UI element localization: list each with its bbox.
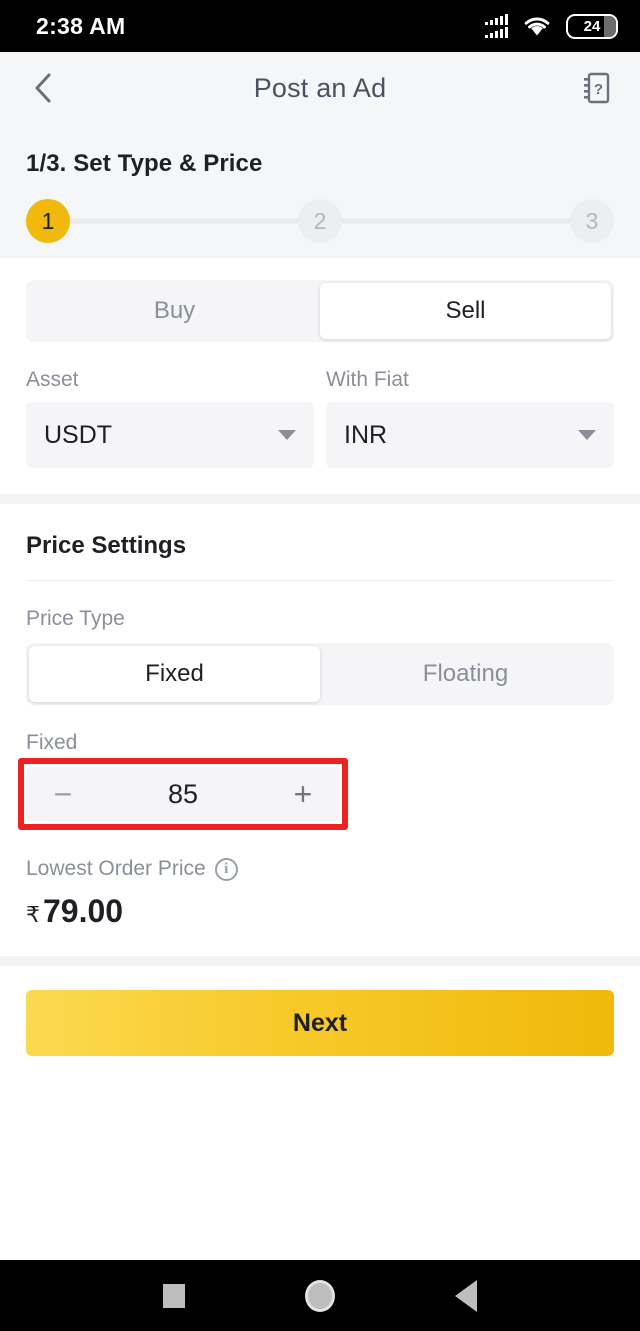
step-3[interactable]: 3 (570, 199, 614, 243)
asset-value: USDT (44, 420, 113, 449)
buy-sell-toggle: Buy Sell (26, 280, 614, 342)
lowest-order-price-label: Lowest Order Price (26, 857, 206, 880)
fixed-price-stepper[interactable]: − 85 + (26, 767, 340, 821)
fixed-price-label: Fixed (26, 731, 78, 754)
lowest-order-price-value-row: ₹ 79.00 (26, 893, 614, 930)
app-header: Post an Ad ? (0, 52, 640, 124)
info-icon[interactable]: i (214, 857, 238, 881)
footer-area: Next (0, 966, 640, 1260)
lowest-order-price-row: Lowest Order Price i (26, 857, 614, 881)
chevron-down-icon (578, 430, 596, 440)
battery-level-text: 24 (583, 17, 601, 35)
asset-label: Asset (26, 368, 79, 391)
android-nav-bar (0, 1260, 640, 1331)
price-settings-card: Price Settings Price Type Fixed Floating… (0, 504, 640, 956)
svg-text:?: ? (594, 81, 603, 98)
fiat-value: INR (344, 420, 388, 449)
help-manual-icon[interactable]: ? (580, 71, 614, 105)
trade-type-card: Buy Sell Asset USDT With Fiat INR (0, 258, 640, 494)
fiat-field: With Fiat INR (326, 368, 614, 468)
fiat-select[interactable]: INR (326, 402, 614, 468)
status-icons: 24 (485, 13, 618, 39)
next-button[interactable]: Next (26, 990, 614, 1056)
wifi-icon (524, 17, 550, 36)
fixed-price-input[interactable]: 85 (80, 779, 286, 810)
title-rule (26, 580, 614, 581)
increment-button[interactable]: + (286, 778, 320, 810)
price-type-label: Price Type (26, 607, 125, 630)
lowest-order-price-value: 79.00 (43, 893, 124, 929)
stage-title: 1/3. Set Type & Price (26, 150, 263, 177)
decrement-button[interactable]: − (46, 778, 80, 810)
step-1[interactable]: 1 (26, 199, 70, 243)
currency-symbol: ₹ (26, 902, 40, 927)
tab-floating[interactable]: Floating (320, 646, 611, 702)
phone-screen: 2:38 AM 24 Post an Ad ? 1/3. Set Type & … (0, 0, 640, 1331)
tab-sell[interactable]: Sell (320, 283, 611, 339)
section-divider (0, 494, 640, 504)
square-recents-icon[interactable] (163, 1283, 185, 1308)
asset-field: Asset USDT (26, 368, 314, 468)
fixed-price-stepper-wrap: − 85 + (18, 758, 614, 830)
tab-fixed[interactable]: Fixed (29, 646, 320, 702)
status-bar: 2:38 AM 24 (0, 0, 640, 52)
price-settings-title: Price Settings (26, 532, 187, 559)
step-2[interactable]: 2 (298, 199, 342, 243)
asset-select[interactable]: USDT (26, 402, 314, 468)
section-divider-2 (0, 956, 640, 966)
page-title: Post an Ad (253, 72, 387, 103)
asset-fiat-row: Asset USDT With Fiat INR (26, 368, 614, 468)
status-time: 2:38 AM (36, 12, 126, 39)
price-type-toggle: Fixed Floating (26, 643, 614, 705)
tab-buy[interactable]: Buy (29, 283, 320, 339)
step-indicator: 1 2 3 (26, 184, 614, 258)
triangle-back-icon[interactable] (455, 1279, 477, 1312)
signal-bars-icon (485, 14, 508, 38)
stage-header: 1/3. Set Type & Price 1 2 3 (0, 124, 640, 258)
battery-icon: 24 (566, 13, 618, 39)
fiat-label: With Fiat (326, 368, 409, 391)
circle-home-icon[interactable] (305, 1279, 335, 1312)
chevron-down-icon (278, 430, 296, 440)
chevron-left-icon[interactable] (26, 71, 60, 105)
